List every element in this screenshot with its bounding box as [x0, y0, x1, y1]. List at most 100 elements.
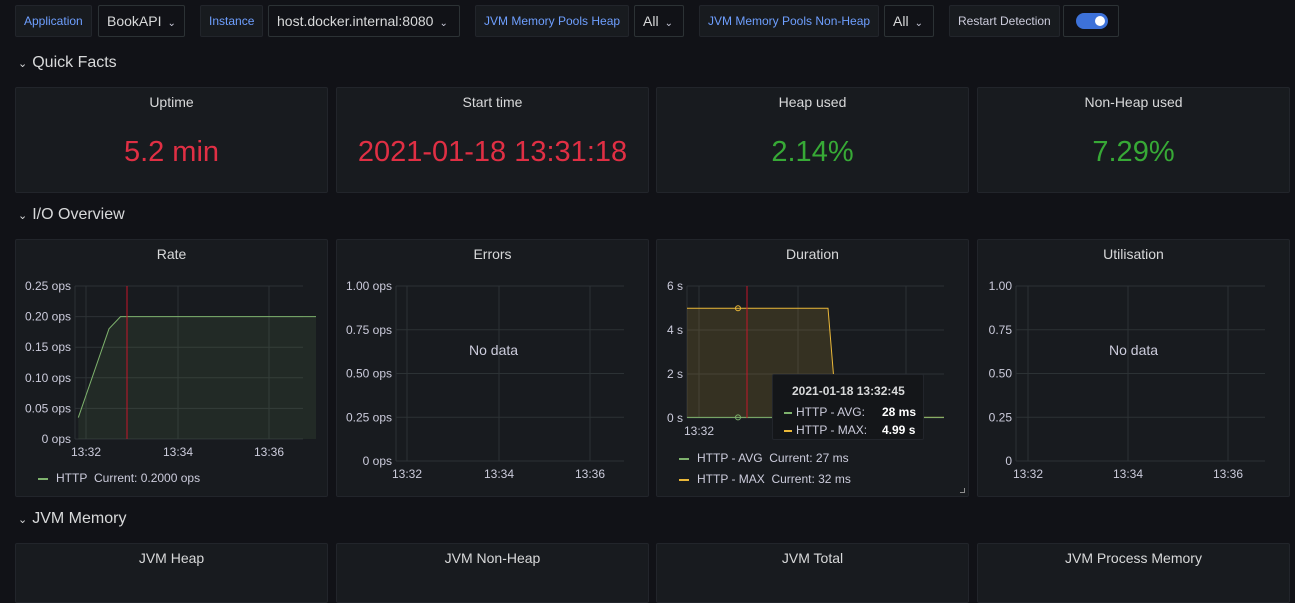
tooltip-value: 28 ms — [882, 405, 917, 419]
instance-value: host.docker.internal:8080 — [277, 13, 434, 29]
toggle-knob — [1095, 16, 1105, 26]
jvm-nonheap-panel: JVM Non-Heap — [336, 543, 649, 603]
row-jvm-memory-title: JVM Memory — [32, 510, 127, 527]
chevron-down-icon: ⌄ — [439, 18, 448, 29]
errors-chart[interactable]: 0 ops 0.25 ops 0.50 ops 0.75 ops 1.00 ops 13:… — [337, 240, 650, 498]
utilisation-panel: Utilisation 0 0.25 0.50 0.75 1.00 13:32 13:34 1… — [977, 239, 1290, 497]
instance-variable-label: Instance — [200, 5, 264, 37]
no-data-label: No data — [469, 342, 519, 358]
y-tick-label: 0.75 ops — [346, 323, 392, 337]
restart-detection-label: Restart Detection — [949, 5, 1060, 37]
x-tick-label: 13:32 — [392, 467, 422, 481]
chevron-down-icon: ⌄ — [167, 18, 176, 29]
series-area-http — [78, 316, 316, 439]
duration-tooltip: 2021-01-18 13:32:45 HTTP - AVG: 28 ms HT… — [772, 374, 924, 440]
chevron-down-icon: ⌄ — [18, 210, 28, 222]
legend-current: Current: 0.2000 ops — [94, 471, 201, 485]
x-tick-label: 13:34 — [163, 445, 193, 459]
panel-title: JVM Heap — [138, 550, 205, 566]
row-io-overview-title: I/O Overview — [32, 206, 125, 223]
y-tick-label: 0.10 ops — [25, 371, 71, 385]
nonheap-pools-select[interactable]: All ⌄ — [884, 5, 934, 37]
resize-handle-icon[interactable] — [960, 488, 965, 493]
y-tick-label: 0 s — [667, 411, 683, 425]
utilisation-chart[interactable]: 0 0.25 0.50 0.75 1.00 13:32 13:34 13:36 — [978, 240, 1291, 498]
rate-chart[interactable]: 0 ops 0.05 ops 0.10 ops 0.15 ops 0.20 ops 0.2… — [16, 240, 329, 498]
application-value: BookAPI — [107, 13, 162, 29]
heap-used-panel: Heap used 2.14% — [656, 87, 969, 193]
legend-item-http[interactable]: HTTP Current: 0.2000 ops — [38, 471, 200, 485]
chevron-down-icon: ⌄ — [18, 514, 28, 526]
jvm-total-panel: JVM Total — [656, 543, 969, 603]
restart-detection-toggle[interactable] — [1076, 13, 1108, 29]
legend-swatch — [38, 477, 48, 480]
tooltip-row-max: HTTP - MAX: — [784, 423, 867, 437]
x-tick-label: 13:36 — [1213, 467, 1243, 481]
tooltip-series-name: HTTP - MAX: — [796, 423, 868, 437]
legend-swatch — [679, 457, 689, 460]
uptime-value: 5.2 min — [123, 136, 220, 168]
y-tick-label: 0.25 ops — [25, 279, 71, 293]
chevron-down-icon: ⌄ — [914, 18, 923, 29]
y-tick-label: 1.00 — [989, 279, 1013, 293]
x-tick-label: 13:32 — [71, 445, 101, 459]
heap-pools-value: All — [643, 13, 659, 29]
row-io-overview[interactable]: ⌄ I/O Overview — [18, 206, 125, 224]
x-tick-label: 13:36 — [575, 467, 605, 481]
panel-title: Start time — [462, 94, 523, 110]
legend-current: Current: 32 ms — [771, 472, 851, 486]
y-tick-label: 2 s — [667, 367, 683, 381]
legend-item-http-avg[interactable]: HTTP - AVG Current: 27 ms — [679, 451, 849, 465]
tooltip-series-name: HTTP - AVG: — [796, 405, 865, 419]
uptime-panel: Uptime 5.2 min — [15, 87, 328, 193]
y-tick-label: 0.25 ops — [346, 410, 392, 424]
panel-title: Non-Heap used — [1084, 94, 1183, 110]
heap-pools-select[interactable]: All ⌄ — [634, 5, 684, 37]
tooltip-row-avg: HTTP - AVG: — [784, 405, 865, 419]
y-tick-label: 0 — [1005, 454, 1012, 468]
y-tick-label: 0.15 ops — [25, 340, 71, 354]
legend-series-name: HTTP - AVG — [697, 451, 763, 465]
row-quick-facts-title: Quick Facts — [32, 54, 117, 71]
x-tick-label: 13:34 — [1113, 467, 1143, 481]
rate-panel: Rate 0 ops 0.05 ops 0.10 ops 0.15 ops 0.20 o… — [15, 239, 328, 497]
panel-title: JVM Total — [781, 550, 844, 566]
no-data-label: No data — [1109, 342, 1159, 358]
x-tick-label: 13:32 — [684, 424, 714, 438]
legend-series-name: HTTP - MAX — [697, 472, 765, 486]
duration-panel: Duration 0 s2 s4 s6 s 13:32 HTTP - AVG Cu… — [656, 239, 969, 497]
y-tick-label: 0.25 — [989, 410, 1013, 424]
y-tick-label: 0.20 ops — [25, 310, 71, 324]
x-tick-label: 13:36 — [254, 445, 284, 459]
x-tick-label: 13:34 — [484, 467, 514, 481]
nonheap-used-value: 7.29% — [1092, 136, 1175, 168]
heap-used-value: 2.14% — [771, 136, 854, 168]
nonheap-used-panel: Non-Heap used 7.29% — [977, 87, 1290, 193]
tooltip-swatch — [784, 429, 792, 432]
y-tick-label: 0.75 — [989, 323, 1013, 337]
tooltip-value: 4.99 s — [882, 423, 916, 437]
y-tick-label: 0.50 — [989, 367, 1013, 381]
instance-select[interactable]: host.docker.internal:8080 ⌄ — [268, 5, 460, 37]
tooltip-time: 2021-01-18 13:32:45 — [792, 384, 905, 398]
row-quick-facts[interactable]: ⌄ Quick Facts — [18, 54, 117, 72]
row-jvm-memory[interactable]: ⌄ JVM Memory — [18, 510, 126, 528]
tooltip-swatch — [784, 411, 792, 414]
y-tick-label: 0 ops — [42, 432, 71, 446]
x-tick-label: 13:32 — [1013, 467, 1043, 481]
panel-title: Uptime — [149, 94, 194, 110]
application-select[interactable]: BookAPI ⌄ — [98, 5, 185, 37]
y-tick-label: 0.50 ops — [346, 367, 392, 381]
y-tick-label: 4 s — [667, 323, 683, 337]
y-tick-label: 0.05 ops — [25, 401, 71, 415]
application-variable-label: Application — [15, 5, 92, 37]
panel-title: JVM Process Memory — [1065, 550, 1202, 566]
legend-current: Current: 27 ms — [769, 451, 849, 465]
panel-title: JVM Non-Heap — [444, 550, 541, 566]
legend-item-http-max[interactable]: HTTP - MAX Current: 32 ms — [679, 472, 851, 486]
heap-pools-variable-label: JVM Memory Pools Heap — [475, 5, 630, 37]
y-tick-label: 6 s — [667, 279, 683, 293]
errors-panel: Errors 0 ops 0.25 ops 0.50 ops 0.75 ops 1.00… — [336, 239, 649, 497]
y-tick-label: 0 ops — [363, 454, 392, 468]
start-time-panel: Start time 2021-01-18 13:31:18 — [336, 87, 649, 193]
